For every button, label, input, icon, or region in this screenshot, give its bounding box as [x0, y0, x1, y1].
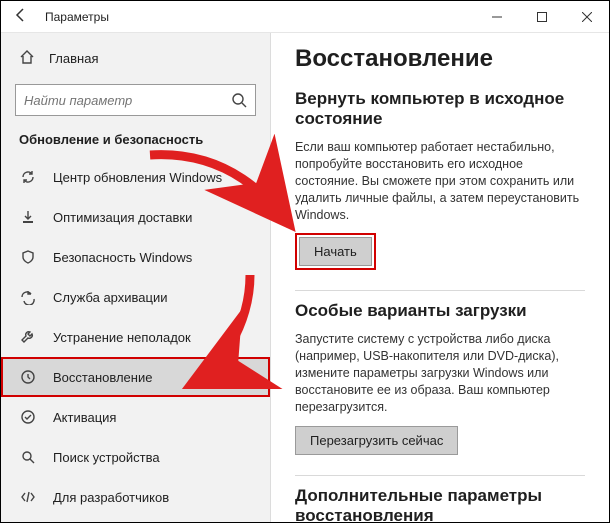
section-title: Обновление и безопасность	[1, 126, 270, 157]
sidebar-item-label: Центр обновления Windows	[53, 170, 222, 185]
annotation-highlight-start: Начать	[295, 233, 376, 270]
find-device-icon	[19, 448, 37, 466]
close-icon	[582, 12, 592, 22]
sidebar-item-windows-update[interactable]: Центр обновления Windows	[1, 157, 270, 197]
maximize-button[interactable]	[519, 1, 564, 33]
advanced-text: Запустите систему с устройства либо диск…	[295, 331, 585, 415]
sidebar-item-label: Служба архивации	[53, 290, 168, 305]
sidebar: Главная Обновление и безопасность Центр …	[1, 33, 271, 522]
body: Главная Обновление и безопасность Центр …	[1, 33, 609, 522]
recovery-icon	[19, 368, 37, 386]
search-input[interactable]	[24, 93, 231, 108]
maximize-icon	[537, 12, 547, 22]
sidebar-item-for-developers[interactable]: Для разработчиков	[1, 477, 270, 517]
backup-icon	[19, 288, 37, 306]
sidebar-item-label: Для разработчиков	[53, 490, 169, 505]
developer-icon	[19, 488, 37, 506]
window-title: Параметры	[41, 10, 109, 24]
arrow-left-icon	[13, 7, 29, 23]
sidebar-item-recovery[interactable]: Восстановление	[1, 357, 270, 397]
sidebar-item-label: Активация	[53, 410, 116, 425]
nav-list: Центр обновления Windows Оптимизация дос…	[1, 157, 270, 522]
activation-icon	[19, 408, 37, 426]
home-link[interactable]: Главная	[1, 39, 270, 78]
back-button[interactable]	[1, 7, 41, 26]
more-heading: Дополнительные параметры восстановления	[295, 486, 585, 522]
sidebar-item-label: Восстановление	[53, 370, 152, 385]
titlebar: Параметры	[1, 1, 609, 33]
start-reset-button[interactable]: Начать	[299, 237, 372, 266]
search-icon	[231, 92, 247, 108]
home-icon	[19, 49, 35, 68]
sidebar-item-activation[interactable]: Активация	[1, 397, 270, 437]
sidebar-item-windows-security[interactable]: Безопасность Windows	[1, 237, 270, 277]
troubleshoot-icon	[19, 328, 37, 346]
sidebar-item-troubleshoot[interactable]: Устранение неполадок	[1, 317, 270, 357]
divider	[295, 290, 585, 291]
restart-now-button[interactable]: Перезагрузить сейчас	[295, 426, 458, 455]
settings-window: Параметры Главная Обновление и безопа	[0, 0, 610, 523]
sync-icon	[19, 168, 37, 186]
shield-icon	[19, 248, 37, 266]
advanced-heading: Особые варианты загрузки	[295, 301, 585, 321]
sidebar-item-label: Устранение неполадок	[53, 330, 191, 345]
reset-text: Если ваш компьютер работает нестабильно,…	[295, 139, 585, 223]
home-label: Главная	[49, 51, 98, 66]
divider	[295, 475, 585, 476]
sidebar-item-label: Безопасность Windows	[53, 250, 192, 265]
sidebar-item-find-my-device[interactable]: Поиск устройства	[1, 437, 270, 477]
search-box[interactable]	[15, 84, 256, 116]
sidebar-item-label: Поиск устройства	[53, 450, 160, 465]
minimize-icon	[492, 12, 502, 22]
sidebar-item-backup[interactable]: Служба архивации	[1, 277, 270, 317]
page-title: Восстановление	[295, 45, 585, 73]
content-pane: Восстановление Вернуть компьютер в исход…	[271, 33, 609, 522]
sidebar-item-delivery-optimization[interactable]: Оптимизация доставки	[1, 197, 270, 237]
sidebar-item-label: Оптимизация доставки	[53, 210, 192, 225]
close-button[interactable]	[564, 1, 609, 33]
reset-heading: Вернуть компьютер в исходное состояние	[295, 89, 585, 129]
delivery-icon	[19, 208, 37, 226]
minimize-button[interactable]	[474, 1, 519, 33]
